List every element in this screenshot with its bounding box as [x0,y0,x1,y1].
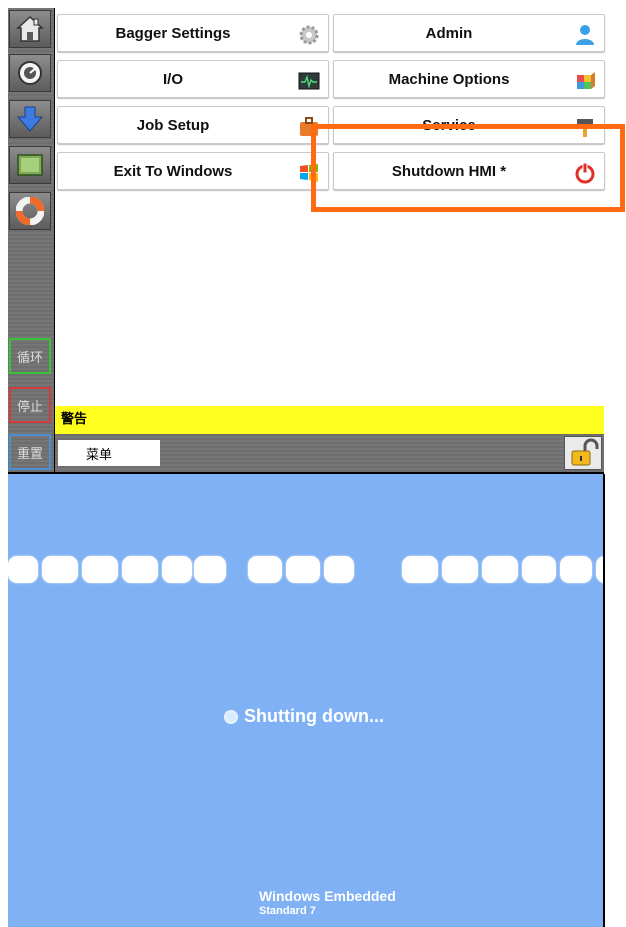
loading-pill [324,556,354,583]
io-button[interactable]: I/O [57,60,329,98]
machine-options-label: Machine Options [388,70,510,88]
reset-button[interactable]: 重置 [9,434,51,470]
waveform-monitor-icon [298,72,320,90]
shutdown-screen: Shutting down... Windows Embedded Standa… [8,474,603,927]
download-arrow-icon [16,106,44,132]
download-button[interactable] [9,100,51,138]
home-icon [16,15,44,42]
help-button[interactable] [9,192,51,230]
loading-pill [162,556,192,583]
dashboard-gauge-icon [18,61,42,85]
screen-icon [17,154,43,176]
job-setup-button[interactable]: Job Setup [57,106,329,144]
shutdown-status: Shutting down... [224,706,384,727]
stop-button[interactable]: 停止 [9,387,51,423]
user-icon [576,25,594,45]
loading-pill [8,556,38,583]
screen-button[interactable] [9,146,51,184]
loading-pill [286,556,320,583]
panel-edge [603,474,605,927]
bagger-settings-button[interactable]: Bagger Settings [57,14,329,52]
bottom-bar: 菜单 [55,434,604,472]
exit-to-windows-label: Exit To Windows [113,162,233,180]
home-button[interactable] [9,10,51,48]
admin-label: Admin [425,24,473,42]
loading-pill [122,556,158,583]
reset-label: 重置 [16,446,43,462]
menu-button[interactable]: 菜单 [58,440,160,466]
machine-options-button[interactable]: Machine Options [333,60,605,98]
warning-text: 警告 [61,412,88,427]
loading-pill [596,556,603,583]
left-sidebar: 循环 停止 重置 [8,8,54,472]
stop-label: 停止 [16,399,43,415]
busy-spinner-icon [224,709,238,724]
admin-button[interactable]: Admin [333,14,605,52]
warning-bar: 警告 [55,406,604,434]
cycle-label: 循环 [16,350,43,366]
loading-pill [402,556,438,583]
windows-brand-edition: Standard 7 [259,905,316,917]
loading-pill [82,556,118,583]
exit-to-windows-button[interactable]: Exit To Windows [57,152,329,190]
lock-button[interactable] [564,436,602,470]
gear-icon [299,25,319,45]
cycle-button[interactable]: 循环 [9,338,51,374]
hmi-window: 循环 停止 重置 Bagger Settings Admin I/O Machi… [8,8,605,472]
loading-pill [522,556,556,583]
lifebuoy-icon [16,197,44,225]
loading-pill [482,556,518,583]
highlight-box [311,124,625,212]
loading-pill [248,556,282,583]
windows-brand-title: Windows Embedded [259,888,396,904]
loading-pill [560,556,592,583]
shutdown-status-text: Shutting down... [244,706,384,726]
cube-icon [577,72,595,89]
dashboard-button[interactable] [9,54,51,92]
loading-pill [42,556,78,583]
io-label: I/O [162,70,183,88]
padlock-unlocked-icon [571,438,599,466]
loading-pill [194,556,226,583]
job-setup-label: Job Setup [136,116,210,134]
loading-pill [442,556,478,583]
menu-button-label: 菜单 [85,447,112,463]
bagger-settings-label: Bagger Settings [115,24,231,42]
